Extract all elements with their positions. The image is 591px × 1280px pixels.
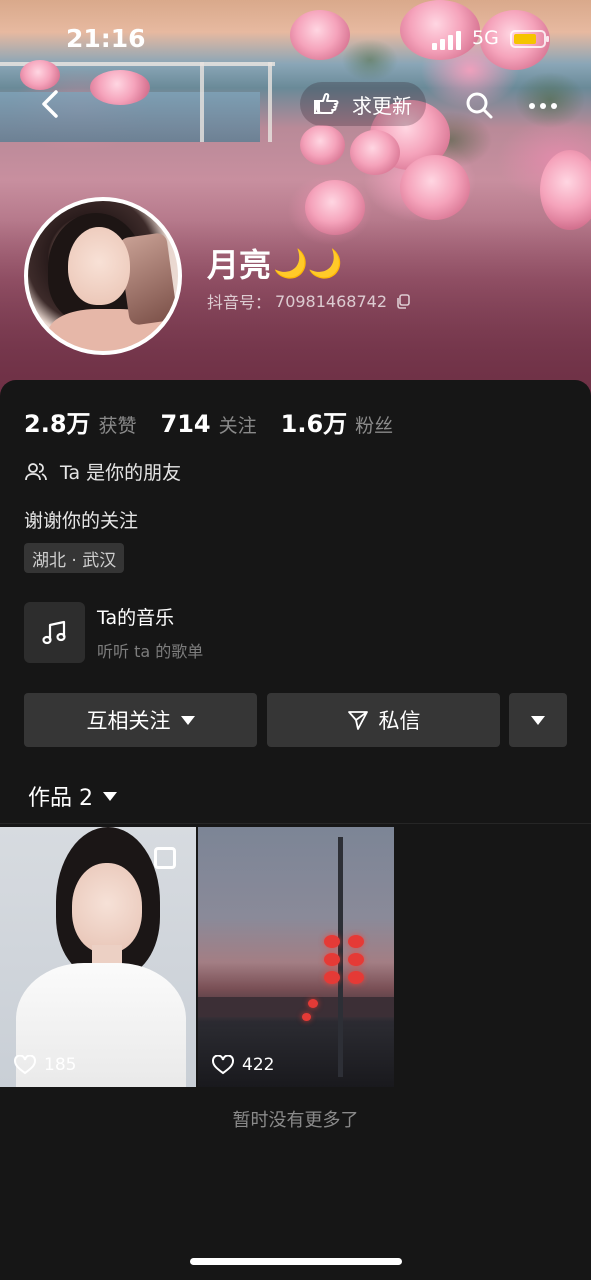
douyin-id-label: 抖音号： [207, 293, 272, 312]
video-thumbnail[interactable]: 422 [198, 827, 394, 1087]
video-likes: 422 [212, 1055, 274, 1075]
multi-image-icon [154, 847, 176, 869]
works-tab-label: 作品 2 [28, 786, 93, 811]
end-of-list-text: 暂时没有更多了 [232, 1110, 359, 1131]
video-likes: 185 [14, 1055, 76, 1075]
status-time: 21:16 [66, 24, 146, 53]
caret-down-icon [103, 791, 117, 801]
send-icon [347, 711, 368, 730]
douyin-id: 抖音号： 70981468742 [207, 289, 411, 313]
stat-value: 714 [160, 410, 211, 438]
stat-likes[interactable]: 2.8万 获赞 [24, 404, 137, 439]
copy-icon[interactable] [395, 293, 411, 309]
friend-indicator: Ta 是你的朋友 [24, 458, 181, 485]
mutual-follow-button[interactable]: 互相关注 [24, 693, 257, 747]
like-count: 185 [44, 1055, 77, 1075]
pointing-hand-icon [314, 92, 339, 114]
friends-icon [25, 462, 47, 480]
music-icon-box [24, 602, 85, 663]
stats-row: 2.8万 获赞 714 关注 1.6万 粉丝 [24, 404, 417, 439]
banner-rose [350, 130, 400, 175]
friend-text: Ta 是你的朋友 [60, 462, 182, 484]
banner-railing-post [200, 62, 204, 142]
caret-down-icon [531, 715, 545, 725]
music-title: Ta的音乐 [97, 607, 175, 629]
stat-following[interactable]: 714 关注 [161, 410, 257, 438]
moon-emoji: 🌙🌙 [273, 246, 343, 280]
location-tag: 湖北 · 武汉 [24, 543, 125, 573]
banner-rose [540, 150, 591, 230]
more-button[interactable] [526, 92, 560, 120]
banner-rose [90, 70, 150, 105]
douyin-id-value: 70981468742 [275, 291, 387, 311]
nickname-text: 月亮 [207, 246, 272, 284]
more-dots-icon [529, 103, 557, 109]
profile-bio: 谢谢你的关注 [24, 510, 139, 532]
search-button[interactable] [462, 88, 496, 122]
tab-works[interactable]: 作品 2 [28, 780, 117, 812]
video-thumbnail[interactable]: 185 [0, 827, 196, 1087]
banner-rose [300, 125, 345, 165]
profile-panel: 2.8万 获赞 714 关注 1.6万 粉丝 Ta 是你的朋友 谢谢你的关注 湖… [0, 380, 591, 1280]
heart-icon [212, 1055, 234, 1075]
caret-down-icon [180, 715, 195, 725]
tab-divider [0, 823, 591, 824]
music-note-icon [41, 620, 66, 644]
message-label: 私信 [378, 709, 421, 733]
search-icon [466, 92, 493, 119]
stat-followers[interactable]: 1.6万 粉丝 [281, 404, 394, 439]
status-bar: 21:16 5G [0, 22, 591, 58]
chevron-left-icon [42, 90, 58, 118]
music-entry[interactable]: Ta的音乐 听听 ta 的歌单 [24, 602, 203, 663]
recommend-dropdown-button[interactable] [509, 693, 567, 747]
network-type: 5G [472, 27, 499, 49]
stat-value: 2.8万 [24, 410, 91, 438]
music-subtitle: 听听 ta 的歌单 [97, 642, 204, 661]
mutual-follow-label: 互相关注 [86, 709, 171, 733]
profile-nickname: 月亮 🌙🌙 [207, 240, 343, 286]
stat-label: 获赞 [98, 415, 137, 437]
stat-value: 1.6万 [280, 410, 348, 438]
signal-icon [432, 30, 464, 50]
request-update-label: 求更新 [352, 93, 412, 118]
stat-label: 粉丝 [355, 415, 394, 437]
message-button[interactable]: 私信 [267, 693, 500, 747]
stat-label: 关注 [218, 415, 257, 437]
back-button[interactable] [34, 86, 70, 122]
heart-icon [14, 1055, 36, 1075]
banner-rose [400, 155, 470, 220]
request-update-button[interactable]: 求更新 [300, 82, 426, 126]
like-count: 422 [242, 1055, 275, 1075]
avatar[interactable] [24, 197, 182, 355]
battery-icon [510, 30, 549, 48]
home-indicator[interactable] [190, 1258, 402, 1265]
